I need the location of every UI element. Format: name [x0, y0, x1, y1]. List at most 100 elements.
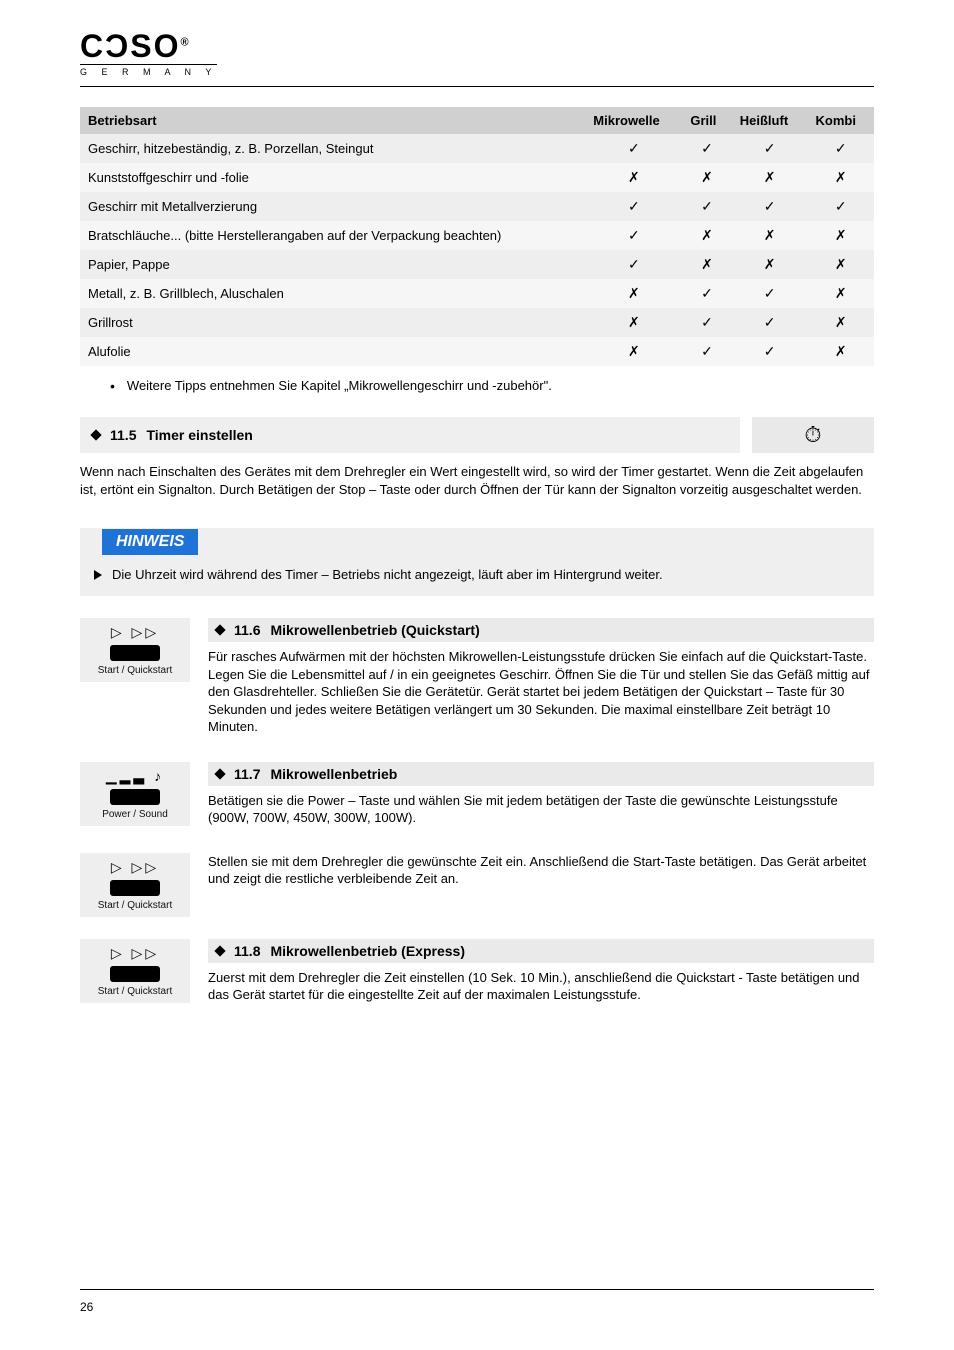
table-row: Geschirr mit Metallverzierung ✓ ✓ ✓ ✓ [80, 192, 874, 221]
button-illustration-quickstart: ▷ ▷▷ Start / Quickstart [80, 853, 190, 917]
cell: ✓ [682, 192, 731, 221]
diamond-icon [214, 624, 225, 635]
cell: ✓ [585, 250, 682, 279]
table-row: Alufolie ✗ ✓ ✓ ✗ [80, 337, 874, 366]
cell: ✗ [682, 163, 731, 192]
sec-116-title: Mikrowellenbetrieb (Quickstart) [270, 622, 479, 638]
cell: ✗ [585, 163, 682, 192]
button-caption: Start / Quickstart [98, 665, 172, 676]
note-badge: HINWEIS [102, 529, 198, 555]
tips-text: Weitere Tipps entnehmen Sie Kapitel „Mik… [127, 378, 552, 393]
sec-117b-body: Stellen sie mit dem Drehregler die gewün… [208, 853, 874, 888]
cell: ✓ [732, 192, 808, 221]
sec-117-number: 11.7 [234, 766, 260, 782]
play-icons: ▷ ▷▷ [111, 945, 159, 962]
sec-116-body: Für rasches Aufwärmen mit der höchsten M… [208, 648, 874, 736]
button-shape [110, 966, 160, 982]
cell: ✗ [808, 250, 874, 279]
cell: ✗ [585, 337, 682, 366]
bars-sound-icon: ▁▂▃ ♪ [106, 768, 164, 785]
button-caption: Start / Quickstart [98, 900, 172, 911]
cell: ✗ [732, 221, 808, 250]
cell: ✓ [682, 308, 731, 337]
th-mode: Betriebsart [80, 107, 585, 134]
cell: ✓ [808, 134, 874, 163]
sec-118-body: Zuerst mit dem Drehregler die Zeit einst… [208, 969, 874, 1004]
th-microwave: Mikrowelle [585, 107, 682, 134]
table-header-row: Betriebsart Mikrowelle Grill Heißluft Ko… [80, 107, 874, 134]
brand-sub: G E R M A N Y [80, 64, 217, 77]
sec-118-title: Mikrowellenbetrieb (Express) [270, 943, 465, 959]
button-illustration-power: ▁▂▃ ♪ Power / Sound [80, 762, 190, 826]
cell: ✗ [682, 221, 731, 250]
brand-name: CƆSO [80, 28, 180, 64]
sec-head: 11.7 Mikrowellenbetrieb [208, 762, 874, 786]
cell: ✗ [808, 221, 874, 250]
tips-bullet: • Weitere Tipps entnehmen Sie Kapitel „M… [80, 378, 874, 417]
row-label: Grillrost [80, 308, 585, 337]
cell: ✓ [732, 279, 808, 308]
timer-icon: ⏱ [804, 422, 821, 448]
th-grill: Grill [682, 107, 731, 134]
section-11-5-row: 11.5 Timer einstellen ⏱ [80, 417, 874, 453]
footer-rule [80, 1289, 874, 1290]
cell: ✗ [585, 279, 682, 308]
cell: ✓ [585, 221, 682, 250]
row-label: Papier, Pappe [80, 250, 585, 279]
cell: ✓ [585, 134, 682, 163]
sec-117-body: Betätigen sie die Power – Taste und wähl… [208, 792, 874, 827]
row-label: Bratschläuche... (bitte Herstellerangabe… [80, 221, 585, 250]
cell: ✓ [682, 279, 731, 308]
brand-text: CƆSO® [80, 30, 874, 62]
section-11-6: ▷ ▷▷ Start / Quickstart 11.6 Mikrowellen… [80, 618, 874, 740]
table-row: Papier, Pappe ✓ ✗ ✗ ✗ [80, 250, 874, 279]
page-number: 26 [80, 1300, 93, 1314]
cell: ✗ [808, 337, 874, 366]
button-shape [110, 789, 160, 805]
table-row: Bratschläuche... (bitte Herstellerangabe… [80, 221, 874, 250]
header-rule [80, 86, 874, 87]
sec-118-number: 11.8 [234, 943, 260, 959]
timer-icon-box: ⏱ [752, 417, 874, 453]
th-combi: Kombi [808, 107, 874, 134]
cell: ✓ [585, 192, 682, 221]
table-row: Kunststoffgeschirr und -folie ✗ ✗ ✗ ✗ [80, 163, 874, 192]
sec-head: 11.6 Mikrowellenbetrieb (Quickstart) [208, 618, 874, 642]
note-box: HINWEIS Die Uhrzeit wird während des Tim… [80, 528, 874, 596]
triangle-icon [94, 570, 102, 580]
table-row: Geschirr, hitzebeständig, z. B. Porzella… [80, 134, 874, 163]
play-icons: ▷ ▷▷ [111, 859, 159, 876]
row-label: Metall, z. B. Grillblech, Aluschalen [80, 279, 585, 308]
sec-115-body: Wenn nach Einschalten des Gerätes mit de… [80, 463, 874, 498]
sec-115-title: Timer einstellen [146, 427, 252, 443]
bullet-dot-icon: • [110, 379, 115, 393]
brand-reg: ® [180, 36, 190, 48]
table-row: Metall, z. B. Grillblech, Aluschalen ✗ ✓… [80, 279, 874, 308]
brand-logo: CƆSO® G E R M A N Y [80, 30, 874, 78]
row-label: Alufolie [80, 337, 585, 366]
button-shape [110, 880, 160, 896]
sec-head: 11.8 Mikrowellenbetrieb (Express) [208, 939, 874, 963]
th-convection: Heißluft [732, 107, 808, 134]
row-label: Geschirr, hitzebeständig, z. B. Porzella… [80, 134, 585, 163]
diamond-icon [214, 945, 225, 956]
cookware-table: Betriebsart Mikrowelle Grill Heißluft Ko… [80, 107, 874, 366]
cell: ✗ [808, 279, 874, 308]
cell: ✓ [682, 337, 731, 366]
sec-115-number: 11.5 [110, 427, 136, 443]
cell: ✗ [732, 163, 808, 192]
section-11-8: ▷ ▷▷ Start / Quickstart 11.8 Mikrowellen… [80, 939, 874, 1008]
sec-117-title: Mikrowellenbetrieb [270, 766, 397, 782]
cell: ✓ [682, 134, 731, 163]
note-text: Die Uhrzeit wird während des Timer – Bet… [112, 567, 663, 582]
cell: ✓ [732, 337, 808, 366]
button-shape [110, 645, 160, 661]
cell: ✓ [732, 308, 808, 337]
play-icons: ▷ ▷▷ [111, 624, 159, 641]
diamond-icon [214, 768, 225, 779]
button-caption: Power / Sound [102, 809, 168, 820]
section-11-7b: ▷ ▷▷ Start / Quickstart Stellen sie mit … [80, 853, 874, 917]
button-caption: Start / Quickstart [98, 986, 172, 997]
cell: ✓ [808, 192, 874, 221]
diamond-icon [90, 429, 101, 440]
